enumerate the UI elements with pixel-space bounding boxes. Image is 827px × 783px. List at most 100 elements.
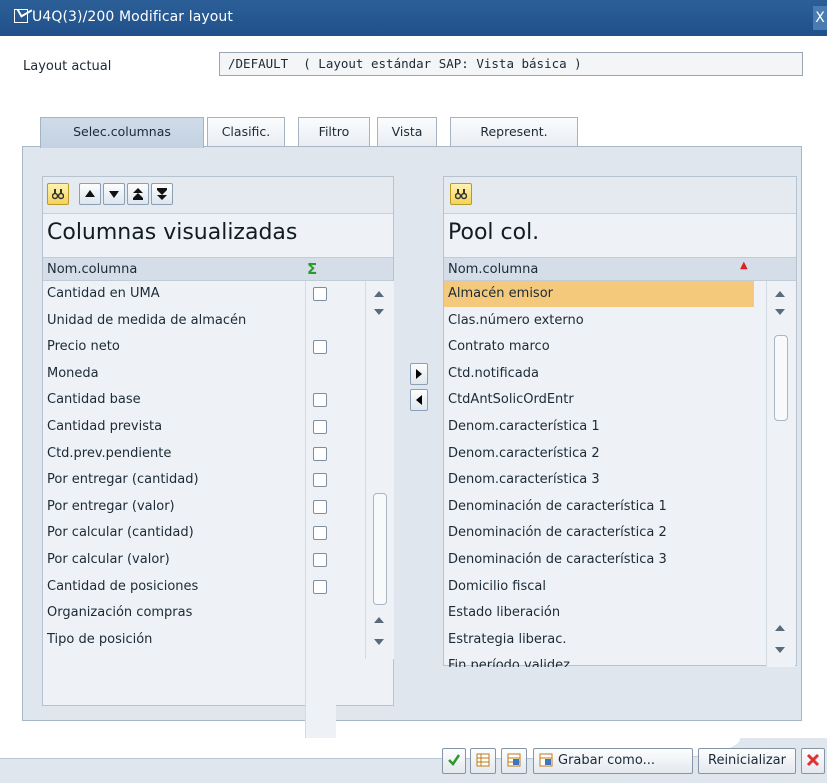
transfer-button[interactable] (470, 748, 496, 774)
table-row[interactable]: Cantidad de posiciones (43, 574, 303, 600)
scroll-up-icon[interactable] (374, 617, 384, 623)
table-row[interactable]: Domicilio fiscal (444, 574, 754, 600)
move-up-button[interactable] (79, 183, 101, 205)
scroll-down-icon[interactable] (775, 309, 785, 315)
layout-select-button[interactable] (501, 748, 527, 774)
table-row[interactable]: Denominación de característica 3 (444, 547, 754, 573)
find-button-pool[interactable] (450, 183, 472, 205)
right-table-title: Pool col. (448, 220, 540, 245)
reset-button[interactable]: Reinicializar (698, 748, 796, 774)
arrow-bottom-icon (157, 188, 167, 200)
move-top-button[interactable] (127, 183, 149, 205)
table-row[interactable]: Estrategia liberac. (444, 627, 754, 653)
table-row[interactable]: Por calcular (valor) (43, 547, 303, 573)
right-scrollbar[interactable] (766, 281, 795, 667)
column-name: Por entregar (cantidad) (47, 472, 199, 488)
save-as-button[interactable]: Grabar como... (533, 748, 693, 774)
column-name: Almacén emisor (448, 286, 553, 301)
tab-filtro[interactable]: Filtro (298, 117, 370, 147)
table-row[interactable]: Denom.característica 2 (444, 441, 754, 467)
table-row[interactable]: Ctd.notificada (444, 361, 754, 387)
column-name: Por entregar (valor) (47, 498, 175, 514)
scroll-down-icon[interactable] (374, 639, 384, 645)
tab-selec-columnas[interactable]: Selec.columnas (40, 117, 204, 148)
column-name: Cantidad base (47, 392, 141, 408)
layout-actual-field: /DEFAULT ( Layout estándar SAP: Vista bá… (219, 52, 803, 76)
move-down-button[interactable] (103, 183, 125, 205)
column-name: Organización compras (47, 605, 193, 621)
find-button[interactable] (47, 183, 69, 205)
save-layout-icon (539, 753, 553, 767)
sum-checkbox[interactable] (313, 499, 327, 514)
table-row[interactable]: Denominación de característica 1 (444, 494, 754, 520)
remove-column-button[interactable] (410, 389, 428, 411)
table-row[interactable]: Denom.característica 1 (444, 414, 754, 440)
left-table-title: Columnas visualizadas (47, 220, 298, 245)
sum-checkbox[interactable] (313, 446, 327, 461)
table-row[interactable]: Unidad de medida de almacén (43, 308, 303, 334)
save-as-label: Grabar como... (558, 753, 655, 768)
close-icon[interactable]: X (813, 6, 827, 30)
sum-icon[interactable]: Σ (307, 258, 317, 281)
column-name: Ctd.prev.pendiente (47, 445, 172, 461)
table-row[interactable]: Cantidad en UMA (43, 281, 303, 307)
right-scroll-thumb[interactable] (774, 335, 788, 421)
layout-actual-label: Layout actual (23, 59, 112, 74)
left-scrollbar[interactable] (365, 281, 394, 659)
table-row[interactable]: Ctd.prev.pendiente (43, 441, 303, 467)
scroll-down-icon[interactable] (374, 309, 384, 315)
table-row[interactable]: Por calcular (cantidad) (43, 520, 303, 546)
tab-clasific[interactable]: Clasific. (207, 117, 285, 147)
table-row[interactable]: Cantidad base (43, 387, 303, 413)
table-row[interactable]: Tipo de posición (43, 627, 303, 653)
right-rows-viewport: Almacén emisor Clas.número externo Contrat… (444, 281, 766, 667)
table-row[interactable]: CtdAntSolicOrdEntr (444, 387, 754, 413)
table-row[interactable]: Contrato marco (444, 334, 754, 360)
arrow-left-icon (416, 395, 422, 405)
table-row[interactable]: Fin período validez (444, 653, 754, 667)
sum-checkbox[interactable] (313, 526, 327, 541)
table-row[interactable]: Denom.característica 3 (444, 467, 754, 493)
scroll-up-icon[interactable] (775, 291, 785, 297)
table-row[interactable]: Por entregar (valor) (43, 494, 303, 520)
column-name: Por calcular (valor) (47, 552, 170, 567)
table-row[interactable]: Almacén emisor (444, 281, 754, 307)
table-row[interactable]: Estado liberación (444, 600, 754, 626)
table-row[interactable]: Cantidad prevista (43, 414, 303, 440)
sum-checkbox[interactable] (313, 420, 327, 434)
scroll-up-icon[interactable] (775, 625, 785, 631)
sum-checkbox[interactable] (313, 340, 327, 355)
binoculars-icon (52, 189, 64, 200)
column-name: Ctd.notificada (448, 365, 539, 381)
column-name: Por calcular (cantidad) (47, 525, 194, 541)
sum-checkbox[interactable] (313, 287, 327, 301)
table-row[interactable]: Organización compras (43, 600, 303, 626)
window-title: U4Q(3)/200 Modificar layout (32, 9, 233, 25)
add-column-button[interactable] (410, 363, 428, 385)
cancel-button[interactable] (801, 748, 825, 774)
layout-icon (507, 753, 521, 767)
sum-checkbox[interactable] (313, 579, 327, 594)
column-name: Denominación de característica 3 (448, 552, 667, 567)
left-scroll-thumb[interactable] (373, 493, 387, 605)
scroll-up-icon[interactable] (374, 291, 384, 297)
sum-checkbox[interactable] (313, 473, 327, 488)
table-row[interactable]: Clas.número externo (444, 308, 754, 334)
tab-represent[interactable]: Represent. (450, 117, 578, 147)
table-row[interactable]: Precio neto (43, 334, 303, 360)
scroll-down-icon[interactable] (775, 647, 785, 653)
column-name: Precio neto (47, 339, 120, 355)
sum-checkbox[interactable] (313, 553, 327, 567)
table-row[interactable]: Denominación de característica 2 (444, 520, 754, 546)
column-name: Cantidad de posiciones (47, 578, 199, 594)
left-toolbar (43, 177, 393, 214)
arrow-down-icon (109, 191, 119, 198)
confirm-button[interactable] (442, 748, 466, 774)
sum-checkbox[interactable] (313, 393, 327, 408)
table-row[interactable]: Moneda (43, 361, 303, 387)
sort-ascending-icon[interactable]: ▲ (740, 254, 748, 277)
tab-vista[interactable]: Vista (377, 117, 437, 147)
table-row[interactable]: Por entregar (cantidad) (43, 467, 303, 493)
arrow-up-icon (85, 190, 95, 197)
move-bottom-button[interactable] (151, 183, 173, 205)
